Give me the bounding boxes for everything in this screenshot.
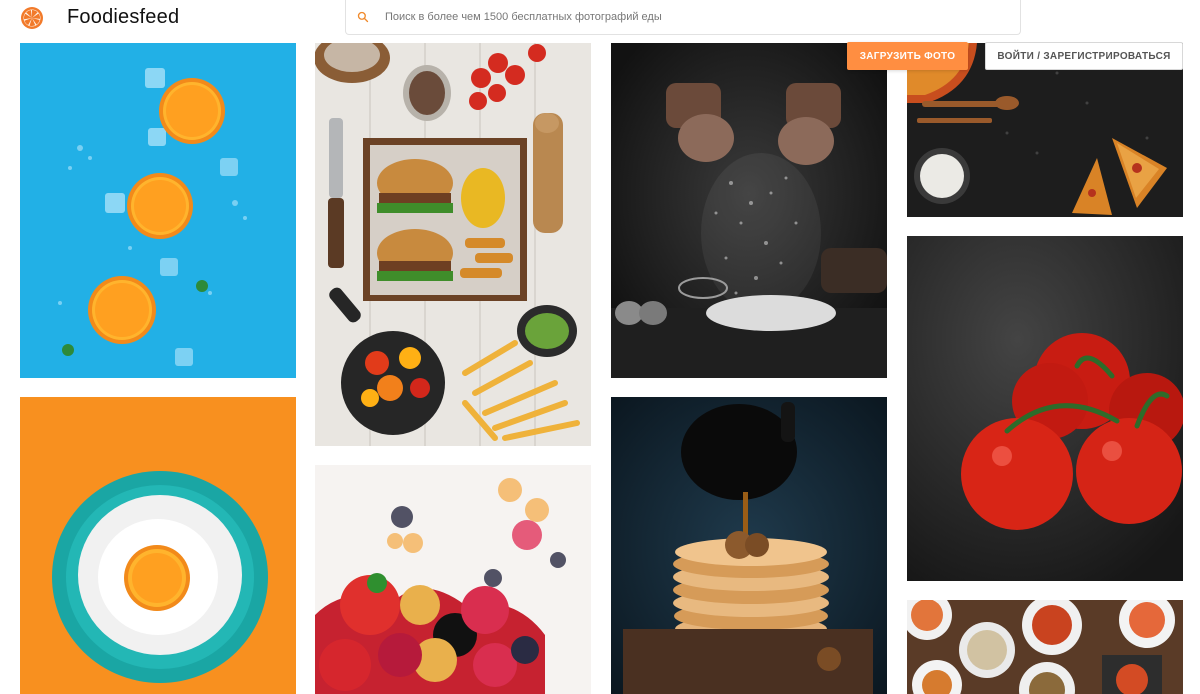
- orange-slice-icon: [21, 7, 43, 29]
- photo-berries[interactable]: [315, 465, 591, 694]
- login-register-button[interactable]: ВОЙТИ / ЗАРЕГИСТРИРОВАТЬСЯ: [985, 42, 1183, 70]
- upload-photo-button[interactable]: ЗАГРУЗИТЬ ФОТО: [847, 42, 968, 70]
- photo-flour-hands[interactable]: [611, 43, 887, 378]
- photo-burgers-and-fries[interactable]: [315, 43, 591, 446]
- brand-name[interactable]: Foodiesfeed: [67, 6, 179, 29]
- logo[interactable]: [20, 5, 44, 31]
- photo-asian-dishes[interactable]: [907, 600, 1183, 694]
- search-bar[interactable]: [345, 0, 1021, 35]
- search-icon: [357, 9, 373, 25]
- photo-tomatoes[interactable]: [907, 236, 1183, 581]
- photo-oranges-on-blue[interactable]: [20, 43, 296, 378]
- photo-pancakes-syrup[interactable]: [611, 397, 887, 694]
- photo-orange-on-plate[interactable]: [20, 397, 296, 694]
- search-input[interactable]: [383, 10, 987, 24]
